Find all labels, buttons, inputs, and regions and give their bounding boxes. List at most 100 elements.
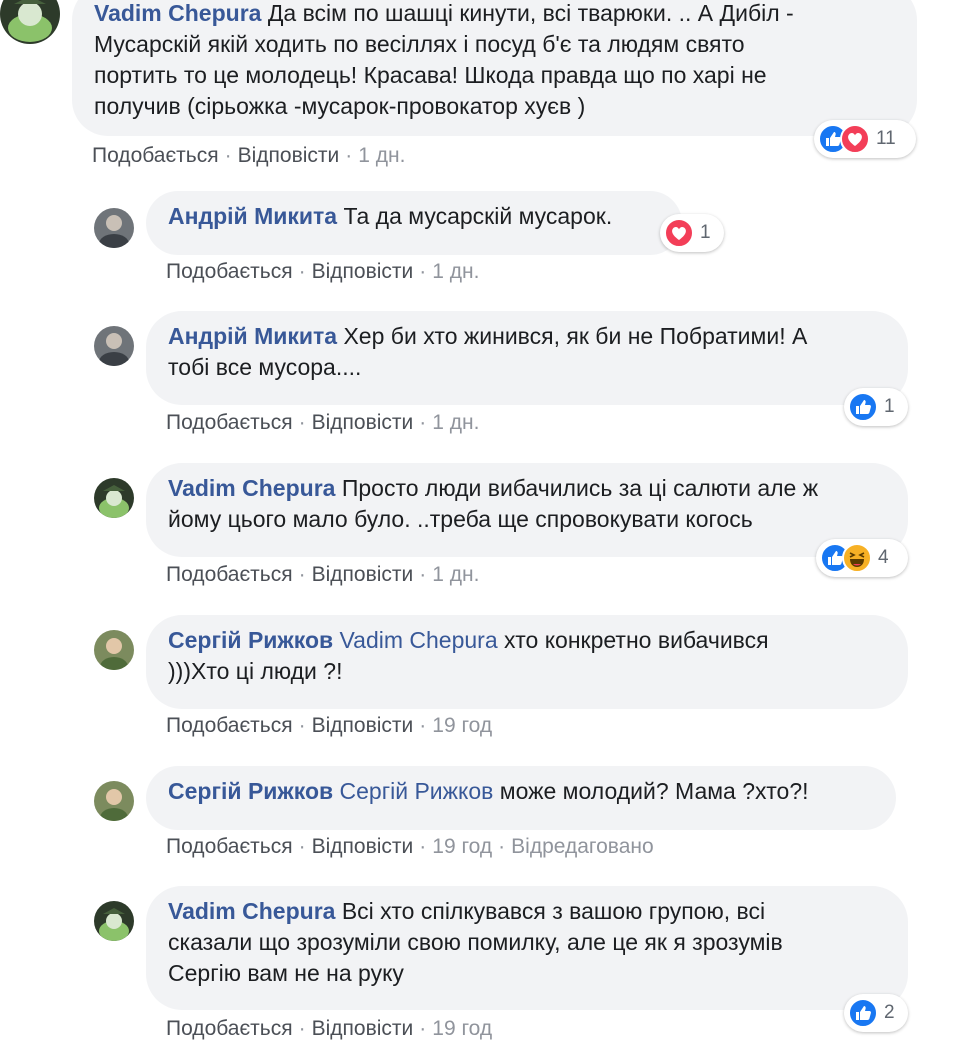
like-button[interactable]: Подобається bbox=[166, 714, 293, 737]
comment-author[interactable]: Vadim Chepura bbox=[94, 0, 261, 26]
edited-label[interactable]: Відредаговано bbox=[511, 835, 654, 858]
comment-text-line: тобі все мусора.... bbox=[168, 354, 362, 380]
comment-author[interactable]: Vadim Chepura bbox=[168, 898, 335, 924]
comment-timestamp[interactable]: 19 год bbox=[432, 835, 492, 858]
like-reaction-icon bbox=[848, 998, 878, 1028]
comment-actions: Подобається · Відповісти · 19 год · Відредагов… bbox=[166, 835, 654, 859]
comment-timestamp[interactable]: 19 год bbox=[432, 1017, 492, 1040]
comment-actions: Подобається · Відповісти · 1 дн. bbox=[166, 260, 479, 284]
reaction-count: 1 bbox=[700, 222, 711, 243]
comment-text-line: Хер би хто жинився, як би не Побратими! … bbox=[343, 323, 808, 349]
comment-actions: Подобається · Відповісти · 19 год bbox=[166, 1017, 492, 1041]
reply-button[interactable]: Відповісти bbox=[312, 411, 414, 434]
comment-timestamp[interactable]: 1 дн. bbox=[432, 411, 479, 434]
comment-text-line: Мусарскій якій ходить по весіллях і посу… bbox=[94, 31, 745, 57]
separator-dot: · bbox=[298, 1017, 306, 1040]
comment-author[interactable]: Vadim Chepura bbox=[168, 475, 335, 501]
comment-author[interactable]: Андрій Микита bbox=[168, 323, 337, 349]
comment-bubble: Сергій Рижков Vadim Chepura хто конкретн… bbox=[146, 615, 908, 709]
mention-link[interactable]: Vadim Chepura bbox=[340, 627, 498, 653]
comment-text-line: сказали що зрозуміли свою помилку, але ц… bbox=[168, 929, 783, 955]
reaction-count: 1 bbox=[884, 396, 895, 417]
avatar[interactable] bbox=[94, 901, 134, 941]
comment-text: може молодий? Мама ?хто?! bbox=[499, 778, 809, 804]
separator-dot: · bbox=[419, 1017, 427, 1040]
separator-dot: · bbox=[298, 411, 306, 434]
separator-dot: · bbox=[419, 411, 427, 434]
reply-button[interactable]: Відповісти bbox=[312, 835, 414, 858]
like-button[interactable]: Подобається bbox=[166, 260, 293, 283]
reaction-summary[interactable]: 11 bbox=[814, 120, 916, 158]
avatar[interactable] bbox=[94, 630, 134, 670]
avatar[interactable] bbox=[94, 208, 134, 248]
avatar-image bbox=[94, 901, 134, 941]
comment-text: Та да мусарскій мусарок. bbox=[343, 203, 613, 229]
avatar-image bbox=[94, 781, 134, 821]
comment-text-line: Всі хто спілкувався з вашою групою, всі bbox=[341, 898, 766, 924]
separator-dot: · bbox=[345, 144, 353, 167]
avatar-image bbox=[94, 478, 134, 518]
reaction-count: 2 bbox=[884, 1002, 895, 1023]
reaction-count: 11 bbox=[876, 128, 896, 149]
comment-bubble: Сергій Рижков Сергій Рижков може молодий… bbox=[146, 766, 896, 830]
reaction-summary[interactable]: 4 bbox=[816, 539, 908, 577]
avatar-image bbox=[94, 208, 134, 248]
avatar-image bbox=[94, 326, 134, 366]
reply-button[interactable]: Відповісти bbox=[312, 714, 414, 737]
avatar[interactable] bbox=[94, 326, 134, 366]
comment-author[interactable]: Сергій Рижков bbox=[168, 627, 333, 653]
haha-reaction-icon bbox=[842, 543, 872, 573]
comment-bubble: Vadim Chepura Да всім по шашці кинути, в… bbox=[72, 0, 917, 136]
reply-button[interactable]: Відповісти bbox=[312, 563, 414, 586]
comment-text-line: Просто люди вибачились за ці салюти але … bbox=[341, 475, 819, 501]
comment-text-line: йому цього мало було. ..треба ще спровок… bbox=[168, 506, 753, 532]
avatar[interactable] bbox=[0, 0, 60, 44]
love-reaction-icon bbox=[664, 218, 694, 248]
avatar[interactable] bbox=[94, 781, 134, 821]
separator-dot: · bbox=[224, 144, 232, 167]
separator-dot: · bbox=[419, 835, 427, 858]
comment-text-line: портить то це молодець! Красава! Шкода п… bbox=[94, 62, 767, 88]
comment-author[interactable]: Сергій Рижков bbox=[168, 778, 333, 804]
separator-dot: · bbox=[298, 835, 306, 858]
like-button[interactable]: Подобається bbox=[166, 411, 293, 434]
like-button[interactable]: Подобається bbox=[166, 563, 293, 586]
like-button[interactable]: Подобається bbox=[166, 1017, 293, 1040]
separator-dot: · bbox=[498, 835, 506, 858]
comment-bubble: Vadim Chepura Всі хто спілкувався з вашо… bbox=[146, 886, 908, 1010]
reply-button[interactable]: Відповісти bbox=[312, 260, 414, 283]
reaction-summary[interactable]: 1 bbox=[844, 388, 908, 426]
reaction-summary[interactable]: 1 bbox=[660, 214, 724, 252]
avatar-image bbox=[94, 630, 134, 670]
comment-text-line: Да всім по шашці кинути, всі тварюки. ..… bbox=[267, 0, 794, 26]
like-reaction-icon bbox=[848, 392, 878, 422]
comment-bubble: Vadim Chepura Просто люди вибачились за … bbox=[146, 463, 908, 557]
comment-bubble: Андрій Микита Хер би хто жинився, як би … bbox=[146, 311, 908, 405]
like-button[interactable]: Подобається bbox=[166, 835, 293, 858]
comment-timestamp[interactable]: 1 дн. bbox=[358, 144, 405, 167]
reply-button[interactable]: Відповісти bbox=[312, 1017, 414, 1040]
avatar[interactable] bbox=[94, 478, 134, 518]
comment-timestamp[interactable]: 19 год bbox=[432, 714, 492, 737]
comment-text-line: получив (сірьожка -мусарок-провокатор ху… bbox=[94, 93, 586, 119]
like-button[interactable]: Подобається bbox=[92, 144, 219, 167]
comment-author[interactable]: Андрій Микита bbox=[168, 203, 337, 229]
comment-actions: Подобається · Відповісти · 1 дн. bbox=[92, 144, 405, 168]
comment-timestamp[interactable]: 1 дн. bbox=[432, 563, 479, 586]
comment-text-line: Сергію вам не на руку bbox=[168, 960, 404, 986]
reaction-count: 4 bbox=[878, 547, 889, 568]
avatar-image bbox=[0, 0, 60, 44]
comment-actions: Подобається · Відповісти · 1 дн. bbox=[166, 411, 479, 435]
reaction-summary[interactable]: 2 bbox=[844, 994, 908, 1032]
comment-bubble: Андрій Микита Та да мусарскій мусарок. bbox=[146, 191, 682, 255]
mention-link[interactable]: Сергій Рижков bbox=[340, 778, 494, 804]
separator-dot: · bbox=[419, 714, 427, 737]
separator-dot: · bbox=[298, 714, 306, 737]
reply-button[interactable]: Відповісти bbox=[238, 144, 340, 167]
comment-text-line: хто конкретно вибачився bbox=[504, 627, 769, 653]
separator-dot: · bbox=[298, 260, 306, 283]
comment-actions: Подобається · Відповісти · 1 дн. bbox=[166, 563, 479, 587]
comment-timestamp[interactable]: 1 дн. bbox=[432, 260, 479, 283]
separator-dot: · bbox=[419, 260, 427, 283]
separator-dot: · bbox=[419, 563, 427, 586]
